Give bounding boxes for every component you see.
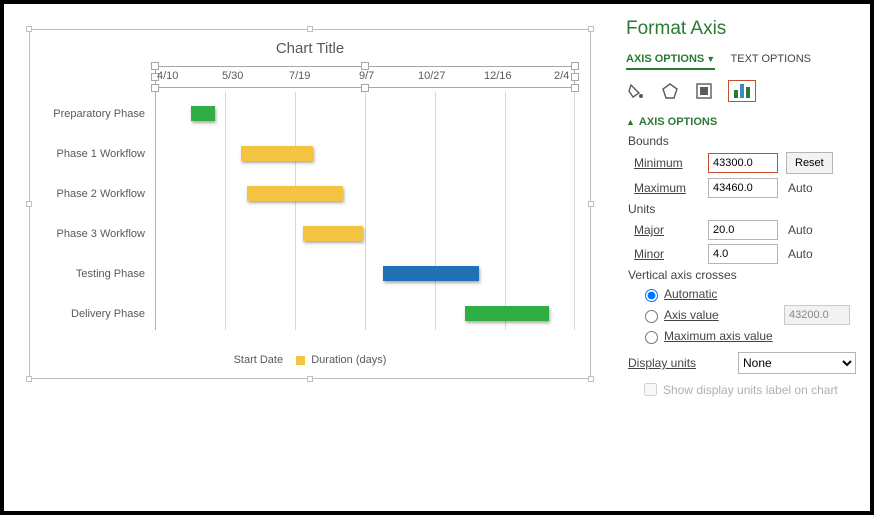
show-display-units-row: Show display units label on chart	[640, 380, 856, 399]
maximum-auto-label: Auto	[788, 181, 813, 195]
gridline	[155, 92, 156, 330]
size-properties-icon[interactable]	[694, 81, 714, 101]
vac-axis-value-input	[784, 305, 850, 325]
reset-button[interactable]: Reset	[786, 152, 833, 174]
vac-max-label: Maximum axis value	[664, 329, 773, 343]
minimum-input[interactable]	[708, 153, 778, 173]
data-bar[interactable]	[303, 226, 363, 241]
resize-handle[interactable]	[26, 26, 32, 32]
major-auto-label: Auto	[788, 223, 813, 237]
data-bar[interactable]	[383, 266, 479, 281]
bounds-label: Bounds	[628, 134, 856, 148]
show-display-units-label: Show display units label on chart	[663, 383, 838, 397]
data-bar[interactable]	[465, 306, 549, 321]
category-label: Testing Phase	[30, 268, 145, 280]
fill-line-icon[interactable]	[626, 81, 646, 101]
vac-automatic-label: Automatic	[664, 287, 717, 301]
category-label: Phase 2 Workflow	[30, 188, 145, 200]
tab-text-options[interactable]: TEXT OPTIONS	[731, 50, 811, 68]
resize-handle[interactable]	[588, 26, 594, 32]
axis-handle[interactable]	[361, 62, 369, 70]
window: Chart Title 4/10 5/30 7/19 9/7 10/27 12/…	[0, 0, 874, 515]
category-label: Preparatory Phase	[30, 108, 145, 120]
axis-handle[interactable]	[571, 62, 579, 70]
major-input[interactable]	[708, 220, 778, 240]
panel-tabs: AXIS OPTIONS▼ TEXT OPTIONS	[626, 50, 856, 70]
gridline	[225, 92, 226, 330]
minor-row: Minor Auto	[634, 244, 856, 264]
resize-handle[interactable]	[588, 201, 594, 207]
vac-automatic-row[interactable]: Automatic	[640, 286, 856, 302]
display-units-label: Display units	[628, 356, 738, 370]
minimum-label: Minimum	[634, 156, 708, 170]
data-bar[interactable]	[247, 186, 343, 201]
gridline	[574, 92, 575, 330]
chart-pane: Chart Title 4/10 5/30 7/19 9/7 10/27 12/…	[4, 4, 612, 511]
resize-handle[interactable]	[588, 376, 594, 382]
vac-axis-value-label: Axis value	[664, 308, 719, 322]
legend-swatch-icon	[296, 356, 305, 365]
vac-axis-value-row[interactable]: Axis value	[640, 305, 856, 325]
axis-options-icon-active[interactable]	[728, 80, 756, 102]
vac-max-radio[interactable]	[645, 331, 658, 344]
maximum-label: Maximum	[634, 181, 708, 195]
gridline	[505, 92, 506, 330]
vac-max-row[interactable]: Maximum axis value	[640, 328, 856, 344]
legend-item: Start Date	[234, 354, 284, 366]
minimum-row: Minimum Reset	[634, 152, 856, 174]
major-label: Major	[634, 223, 708, 237]
plot-area[interactable]: Preparatory Phase Phase 1 Workflow Phase…	[155, 70, 575, 330]
tab-axis-options[interactable]: AXIS OPTIONS▼	[626, 50, 715, 70]
panel-title: Format Axis	[626, 18, 856, 40]
section-axis-options[interactable]: ▲AXIS OPTIONS	[626, 116, 856, 128]
data-bar[interactable]	[241, 146, 313, 161]
chart-object[interactable]: Chart Title 4/10 5/30 7/19 9/7 10/27 12/…	[29, 29, 591, 379]
effects-icon[interactable]	[660, 81, 680, 101]
legend[interactable]: Start Date Duration (days)	[30, 354, 590, 366]
data-bar[interactable]	[191, 106, 215, 121]
category-label: Delivery Phase	[30, 308, 145, 320]
resize-handle[interactable]	[26, 201, 32, 207]
display-units-row: Display units None	[628, 352, 856, 374]
legend-item: Duration (days)	[311, 354, 386, 366]
maximum-row: Maximum Auto	[634, 178, 856, 198]
gridline	[435, 92, 436, 330]
major-row: Major Auto	[634, 220, 856, 240]
vac-axis-value-radio[interactable]	[645, 310, 658, 323]
resize-handle[interactable]	[307, 376, 313, 382]
gridline	[365, 92, 366, 330]
minor-label: Minor	[634, 247, 708, 261]
minor-auto-label: Auto	[788, 247, 813, 261]
maximum-input[interactable]	[708, 178, 778, 198]
panel-icon-row	[626, 80, 856, 102]
units-label: Units	[628, 202, 856, 216]
vertical-axis-crosses-label: Vertical axis crosses	[628, 268, 856, 282]
minor-input[interactable]	[708, 244, 778, 264]
format-axis-panel: Format Axis AXIS OPTIONS▼ TEXT OPTIONS ▲…	[612, 4, 870, 511]
chart-title[interactable]: Chart Title	[30, 40, 590, 57]
gridline	[295, 92, 296, 330]
axis-handle[interactable]	[151, 62, 159, 70]
category-label: Phase 1 Workflow	[30, 148, 145, 160]
resize-handle[interactable]	[307, 26, 313, 32]
resize-handle[interactable]	[26, 376, 32, 382]
vac-automatic-radio[interactable]	[645, 289, 658, 302]
category-label: Phase 3 Workflow	[30, 228, 145, 240]
display-units-select[interactable]: None	[738, 352, 856, 374]
show-display-units-checkbox	[644, 383, 657, 396]
